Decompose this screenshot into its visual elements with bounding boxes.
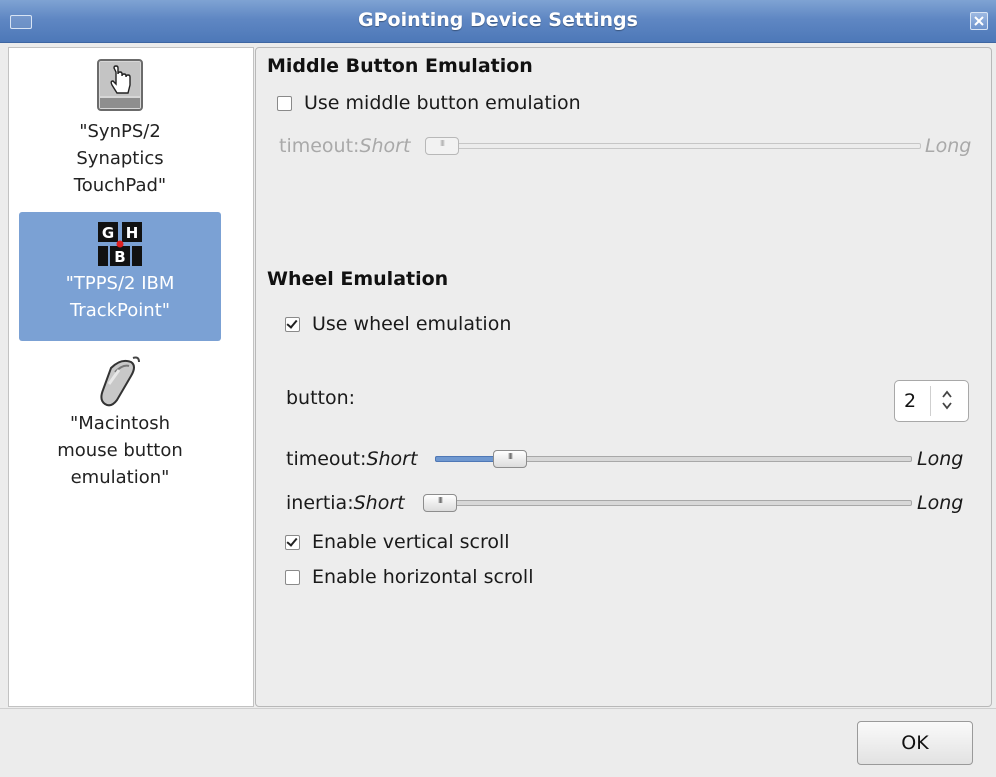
middle-button-section-title: Middle Button Emulation (267, 55, 533, 77)
checkbox-box[interactable] (285, 569, 300, 585)
wheel-timeout-slider[interactable] (435, 448, 912, 468)
svg-text:B: B (114, 248, 125, 266)
middle-timeout-slider[interactable] (425, 135, 921, 155)
device-label: TouchPad" (73, 175, 167, 196)
slider-thumb[interactable] (493, 450, 527, 468)
device-label: mouse button (57, 440, 183, 461)
vertical-scroll-checkbox[interactable]: Enable vertical scroll (285, 531, 510, 553)
wheel-emulation-checkbox[interactable]: Use wheel emulation (285, 313, 511, 335)
device-label: "SynPS/2 (79, 121, 161, 142)
checkbox-label: Use wheel emulation (312, 313, 512, 335)
device-label: "Macintosh (69, 413, 170, 434)
middle-timeout-max-label: Long (925, 135, 972, 157)
middle-timeout-label: timeout:Short (279, 135, 411, 157)
device-item-synaptics-touchpad[interactable]: "SynPS/2 Synaptics TouchPad" (19, 56, 221, 214)
wheel-button-spinner[interactable]: 2 (894, 380, 969, 422)
trackpoint-ghb-icon: G H B (98, 222, 142, 266)
settings-window: GPointing Device Settings "SynPS/2 Synap… (0, 0, 996, 777)
checkbox-box[interactable] (277, 95, 292, 111)
checkbox-label: Use middle button emulation (304, 92, 581, 114)
device-list: "SynPS/2 Synaptics TouchPad" G H B "TPPS… (8, 47, 254, 707)
close-icon[interactable] (970, 12, 988, 30)
up-down-arrows-icon[interactable] (941, 389, 953, 411)
svg-text:H: H (126, 224, 139, 242)
wheel-timeout-label: timeout:Short (286, 448, 418, 470)
device-label: Synaptics (76, 148, 164, 169)
horizontal-scroll-checkbox[interactable]: Enable horizontal scroll (285, 566, 534, 588)
device-item-macintosh-mouse[interactable]: "Macintosh mouse button emulation" (19, 354, 221, 494)
spinner-value: 2 (904, 390, 917, 412)
wheel-timeout-max-label: Long (917, 448, 964, 470)
checkbox-label: Enable vertical scroll (312, 531, 510, 553)
ok-button[interactable]: OK (857, 721, 973, 765)
title-bar[interactable]: GPointing Device Settings (0, 0, 996, 43)
touchpad-hand-icon (97, 59, 143, 111)
checkbox-label: Enable horizontal scroll (312, 566, 534, 588)
dialog-action-area (0, 708, 996, 777)
device-label: emulation" (70, 467, 170, 488)
slider-thumb[interactable] (425, 137, 459, 155)
inertia-label: inertia:Short (286, 492, 405, 514)
inertia-slider[interactable] (423, 492, 912, 512)
mouse-icon (100, 356, 140, 407)
device-label: "TPPS/2 IBM (65, 273, 175, 294)
window-title: GPointing Device Settings (358, 9, 638, 31)
slider-track (425, 143, 921, 149)
wheel-button-label: button: (286, 387, 356, 409)
slider-track (423, 500, 912, 506)
device-label: TrackPoint" (69, 300, 171, 321)
checkbox-box[interactable] (285, 534, 300, 550)
device-item-trackpoint[interactable]: G H B "TPPS/2 IBM TrackPoint" (19, 212, 221, 341)
svg-text:G: G (102, 224, 114, 242)
inertia-max-label: Long (917, 492, 964, 514)
checkbox-box[interactable] (285, 316, 300, 332)
slider-thumb[interactable] (423, 494, 457, 512)
wheel-section-title: Wheel Emulation (267, 268, 449, 290)
spinner-divider (930, 386, 931, 416)
middle-button-emulation-checkbox[interactable]: Use middle button emulation (277, 92, 581, 114)
